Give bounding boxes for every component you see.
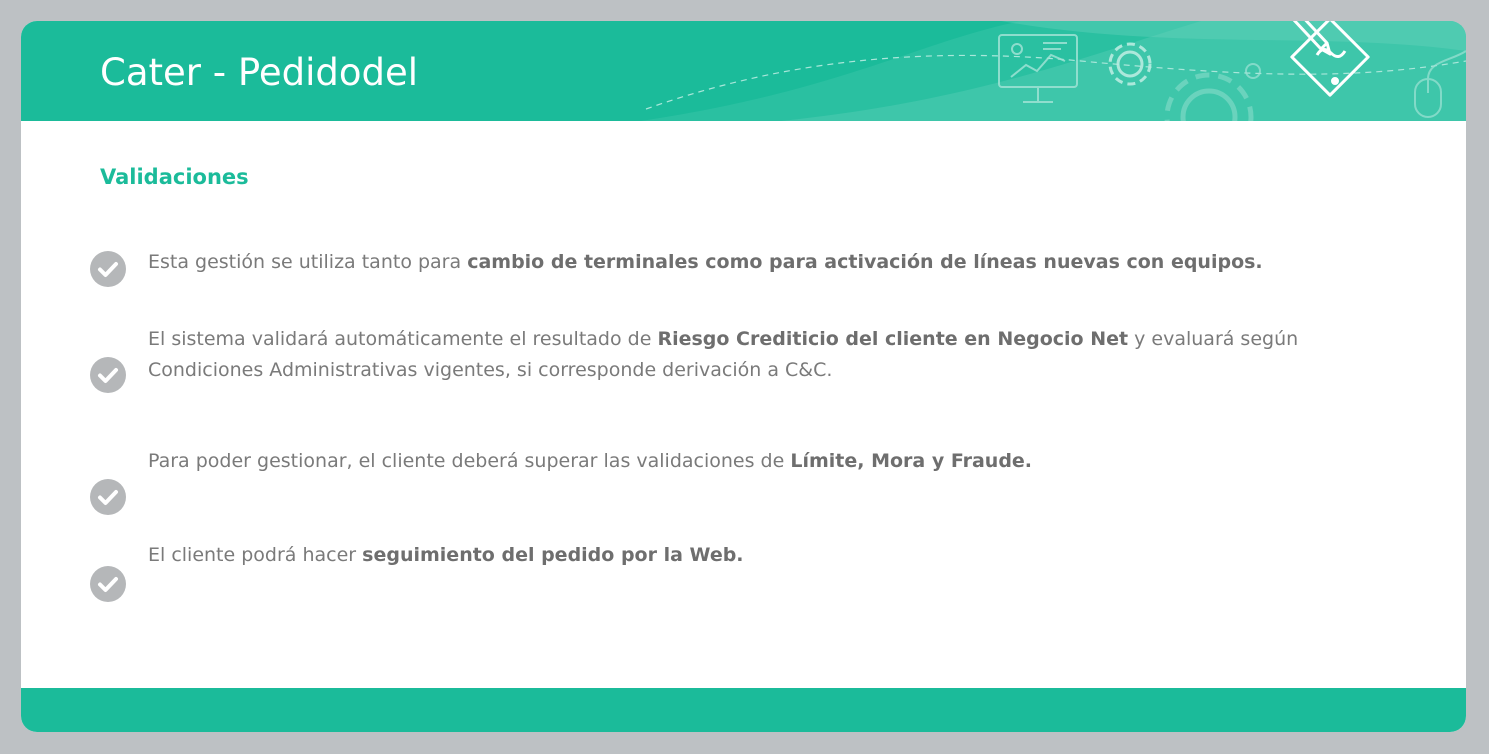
bullet-item-2: El sistema validará automáticamente el r…: [90, 324, 1390, 404]
slide-title: Cater - Pedidodel: [100, 51, 419, 94]
footer-bar: [21, 688, 1466, 732]
check-circle-icon: [90, 357, 126, 393]
bullet-item-3: Para poder gestionar, el cliente deberá …: [90, 446, 1390, 518]
bullet-text-bold: cambio de terminales como para activació…: [467, 251, 1263, 273]
slide: Cater - Pedidodel Validaciones Esta gest…: [21, 21, 1466, 732]
bullet-text-regular: El cliente podrá hacer: [148, 544, 363, 566]
bullet-text-bold: Riesgo Crediticio del cliente en Negocio…: [657, 328, 1129, 350]
check-circle-icon: [90, 479, 126, 515]
bullet-text-regular: El sistema validará automáticamente el r…: [148, 328, 658, 350]
bullet-text-bold: Límite, Mora y Fraude.: [790, 450, 1033, 472]
bullet-text: El cliente podrá hacer seguimiento del p…: [148, 540, 1378, 571]
section-subtitle: Validaciones: [100, 165, 249, 189]
bullet-text-bold: seguimiento del pedido por la Web.: [362, 544, 744, 566]
bullet-item-1: Esta gestión se utiliza tanto para cambi…: [90, 247, 1390, 297]
check-circle-icon: [90, 566, 126, 602]
bullet-item-4: El cliente podrá hacer seguimiento del p…: [90, 540, 1390, 604]
check-circle-icon: [90, 251, 126, 287]
bullet-text: Esta gestión se utiliza tanto para cambi…: [148, 247, 1378, 278]
bullet-text-regular: Esta gestión se utiliza tanto para: [148, 251, 468, 273]
bullet-text-regular: Para poder gestionar, el cliente deberá …: [148, 450, 791, 472]
header-banner: Cater - Pedidodel: [21, 21, 1466, 121]
bullet-text: El sistema validará automáticamente el r…: [148, 324, 1378, 386]
bullet-text: Para poder gestionar, el cliente deberá …: [148, 446, 1378, 477]
